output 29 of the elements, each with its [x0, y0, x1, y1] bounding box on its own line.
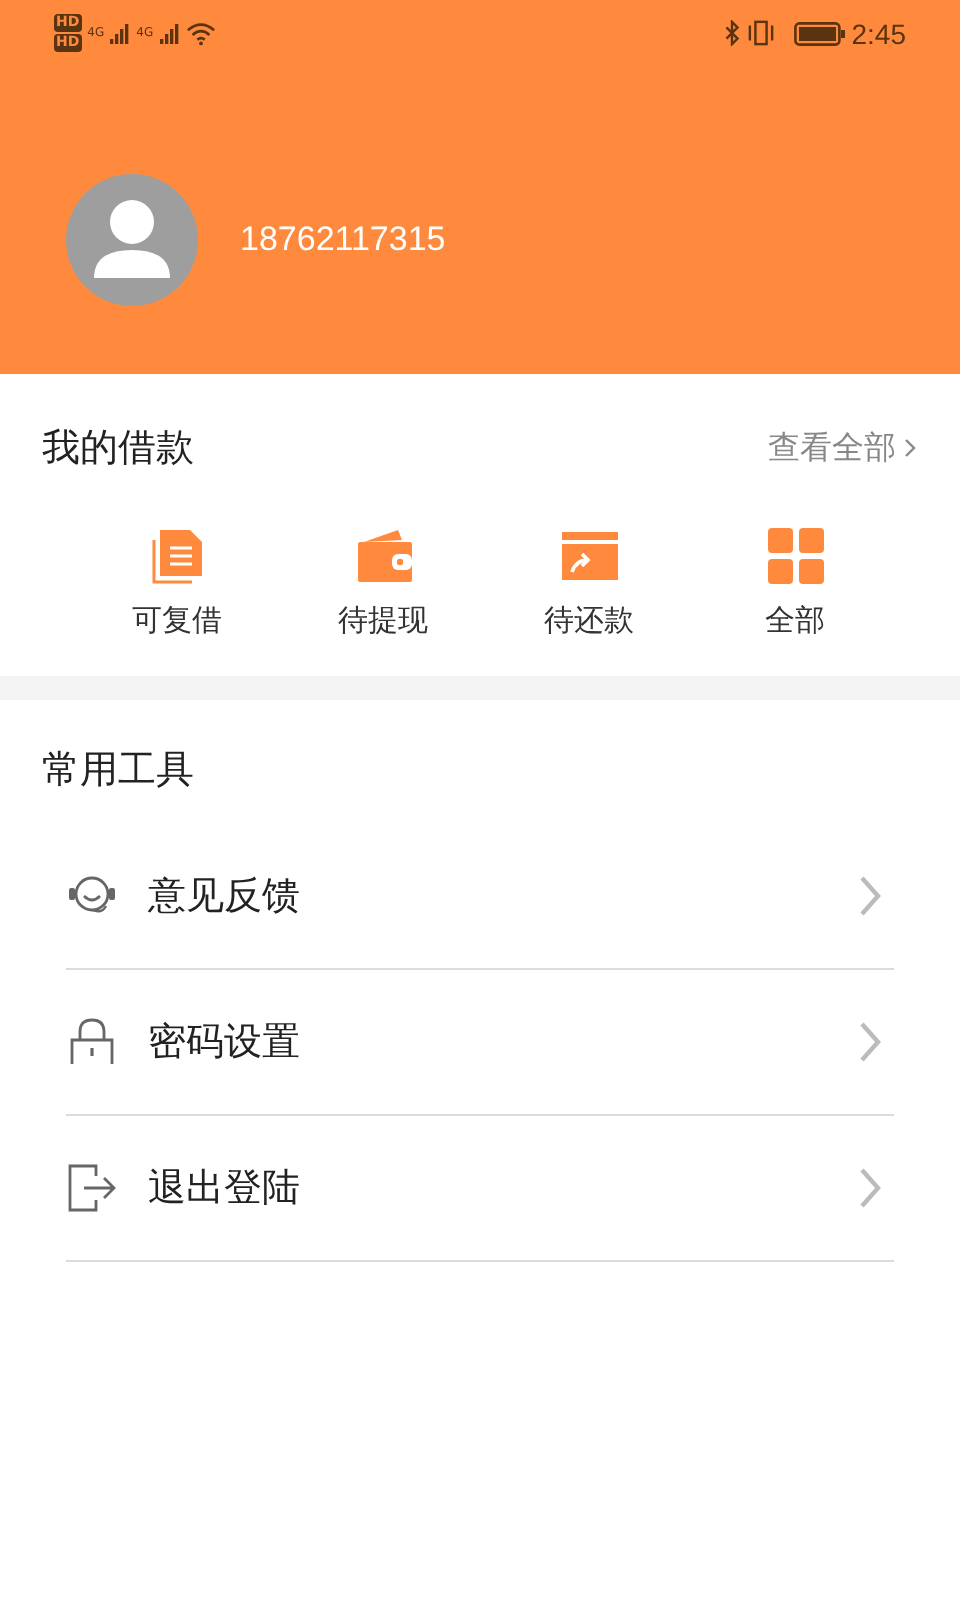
loan-category[interactable]: 可复借 — [132, 602, 222, 640]
card-icon[interactable] — [559, 526, 619, 586]
battery-icon — [793, 21, 846, 45]
view-all-link[interactable]: 查看全部 — [768, 427, 896, 469]
document-icon[interactable] — [147, 526, 207, 586]
wifi-icon — [185, 21, 216, 45]
bluetooth-icon — [723, 20, 740, 46]
chevron-right-icon[interactable] — [904, 438, 916, 458]
chevron-right-icon[interactable] — [858, 1166, 882, 1210]
section-title: 我的借款 — [42, 424, 194, 474]
signal-icon — [159, 23, 180, 43]
wallet-icon[interactable] — [353, 526, 413, 586]
chevron-right-icon[interactable] — [858, 1020, 882, 1064]
menu-item[interactable]: 意见反馈 — [148, 870, 858, 922]
vibrate-icon — [745, 20, 776, 46]
logout-icon — [66, 1162, 118, 1214]
phone-number: 18762117315 — [240, 220, 446, 260]
avatar-icon[interactable] — [66, 174, 198, 306]
menu-item[interactable]: 密码设置 — [148, 1016, 858, 1068]
loan-category[interactable]: 待还款 — [544, 602, 634, 640]
lock-icon — [66, 1016, 118, 1068]
grid-icon[interactable] — [765, 526, 825, 586]
loan-category[interactable]: 全部 — [765, 602, 825, 640]
clock-time: 2:45 — [851, 17, 906, 49]
section-title: 常用工具 — [40, 746, 196, 796]
chevron-right-icon[interactable] — [858, 874, 882, 918]
menu-item[interactable]: 退出登陆 — [148, 1162, 858, 1214]
loan-category[interactable]: 待提现 — [338, 602, 428, 640]
signal-icon — [110, 23, 131, 43]
